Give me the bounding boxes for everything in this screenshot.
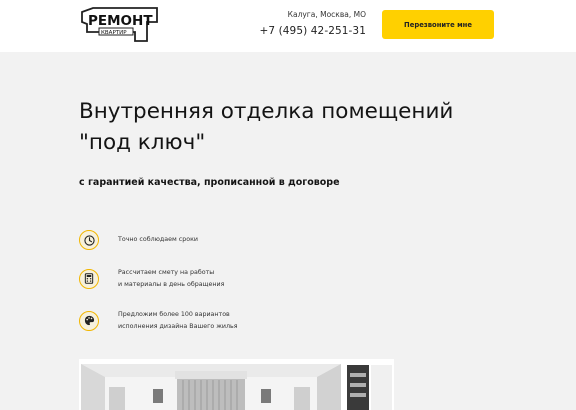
contact-block: Калуга, Москва, МО +7 (495) 42-251-31 [240, 10, 366, 37]
callback-button[interactable]: Перезвоните мне [382, 10, 494, 39]
hero-subtitle: с гарантией качества, прописанной в дого… [79, 177, 340, 188]
hero-title-line-1: Внутренняя отделка помещений [79, 99, 454, 124]
logo-subtext: КВАРТИР [101, 30, 127, 36]
feature-text: Точно соблюдаем сроки [118, 234, 198, 246]
palette-icon [79, 310, 99, 331]
feature-text: Предложим более 100 вариантов исполнения… [118, 309, 238, 332]
hero-title-line-2: "под ключ" [79, 130, 206, 155]
hero-section: Внутренняя отделка помещений "под ключ" … [0, 52, 576, 410]
calculator-icon [79, 268, 99, 289]
feature-line: Рассчитаем смету на работы [118, 269, 215, 276]
feature-line: исполнения дизайна Вашего жилья [118, 322, 238, 330]
site-header: РЕМОНТ КВАРТИР Калуга, Москва, МО +7 (49… [0, 0, 576, 52]
feature-item: Рассчитаем смету на работы и материалы в… [79, 267, 224, 290]
feature-line: и материалы в день обращения [118, 280, 225, 288]
logo-text: РЕМОНТ [88, 13, 153, 29]
city-list: Калуга, Москва, МО [287, 10, 366, 19]
company-logo[interactable]: РЕМОНТ КВАРТИР [79, 6, 162, 44]
feature-item: Предложим более 100 вариантов исполнения… [79, 309, 238, 332]
hero-title: Внутренняя отделка помещений "под ключ" [79, 96, 519, 158]
feature-text: Рассчитаем смету на работы и материалы в… [118, 267, 224, 290]
interior-photo-image [79, 359, 394, 410]
clock-icon [79, 230, 99, 250]
feature-line: Предложим более 100 вариантов [118, 311, 230, 318]
phone-number[interactable]: +7 (495) 42-251-31 [240, 25, 366, 37]
interior-photo [79, 359, 394, 410]
feature-item: Точно соблюдаем сроки [79, 230, 198, 250]
feature-line: Точно соблюдаем сроки [118, 236, 198, 244]
